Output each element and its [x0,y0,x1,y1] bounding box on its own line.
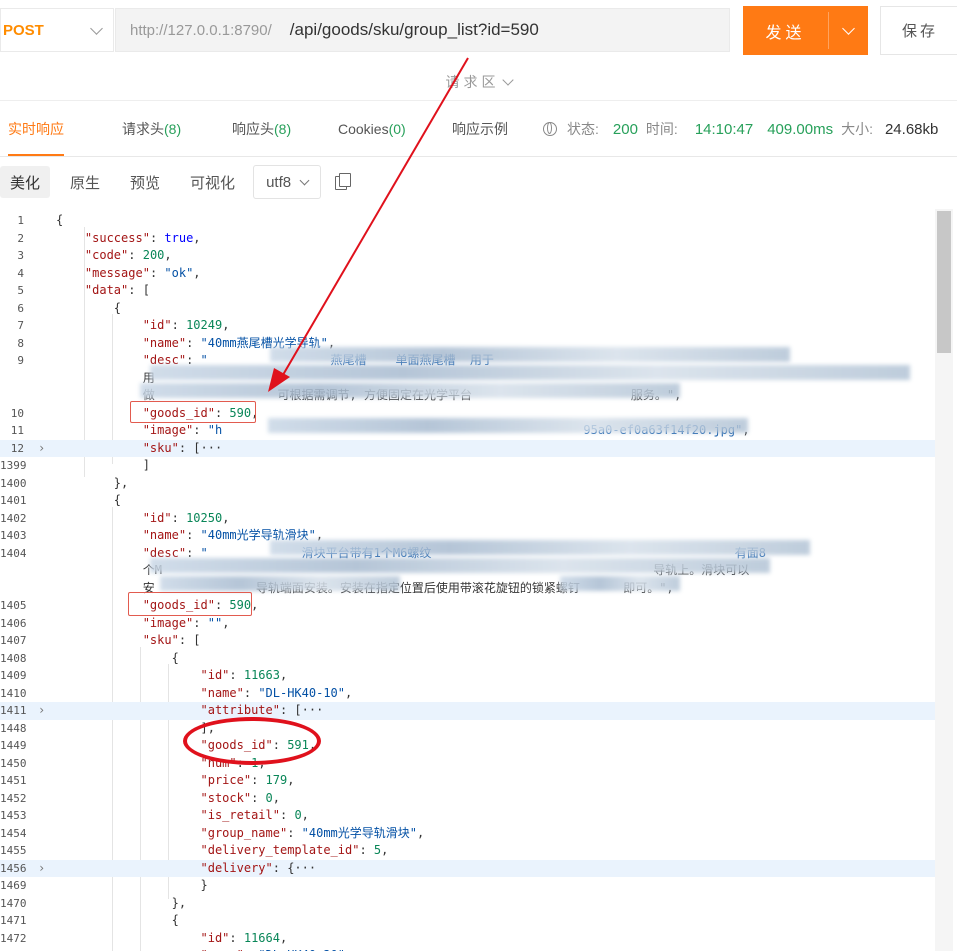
arrow-head [268,368,290,392]
arrow-line [279,57,469,381]
annotation-arrow [268,57,469,392]
